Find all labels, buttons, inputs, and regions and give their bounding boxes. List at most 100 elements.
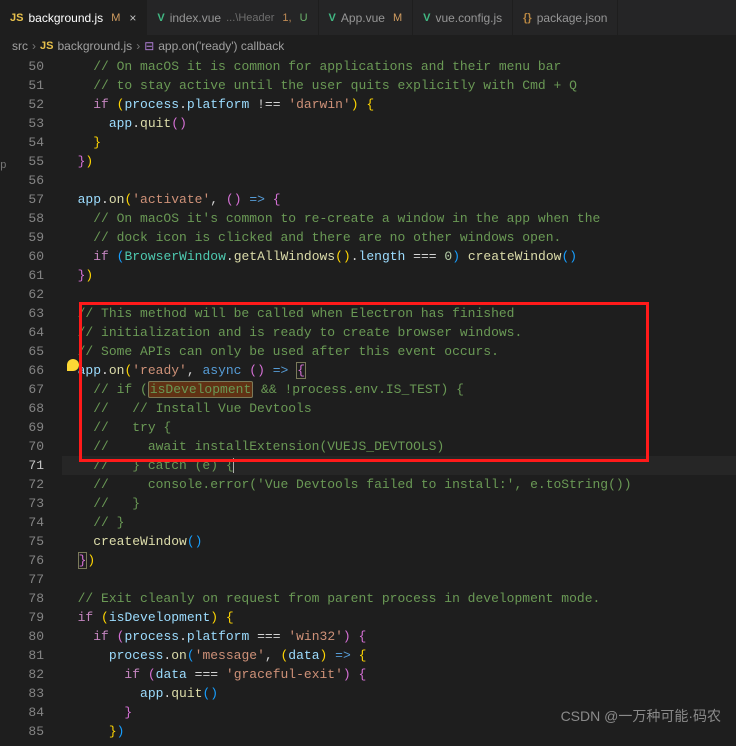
- code-line[interactable]: app.quit(): [62, 114, 736, 133]
- code-line[interactable]: // if (isDevelopment && !process.env.IS_…: [62, 380, 736, 399]
- code-line[interactable]: app.quit(): [62, 684, 736, 703]
- lightbulb-icon[interactable]: [67, 359, 79, 371]
- line-number: 69: [0, 418, 44, 437]
- line-number: 65: [0, 342, 44, 361]
- code-line[interactable]: process.on('message', (data) => {: [62, 646, 736, 665]
- tab-label: App.vue: [341, 11, 385, 25]
- js-file-icon: JS: [10, 12, 23, 24]
- code-editor[interactable]: 5051525354555657585960616263646566676869…: [0, 57, 736, 741]
- code-line[interactable]: // }: [62, 513, 736, 532]
- line-number-gutter: 5051525354555657585960616263646566676869…: [0, 57, 62, 741]
- modified-badge: M: [111, 12, 120, 24]
- line-number: 82: [0, 665, 44, 684]
- code-line[interactable]: if (BrowserWindow.getAllWindows().length…: [62, 247, 736, 266]
- tab-app-vue[interactable]: V App.vue M: [319, 0, 414, 35]
- line-number: 71: [0, 456, 44, 475]
- line-number: 53: [0, 114, 44, 133]
- line-number: 66: [0, 361, 44, 380]
- line-number: 61: [0, 266, 44, 285]
- line-number: 52: [0, 95, 44, 114]
- line-number: 68: [0, 399, 44, 418]
- code-line[interactable]: [62, 171, 736, 190]
- tab-path-dim: ...\Header: [226, 12, 274, 24]
- vue-file-icon: V: [423, 12, 430, 24]
- line-number: 55: [0, 152, 44, 171]
- code-line[interactable]: [62, 570, 736, 589]
- line-number: 50: [0, 57, 44, 76]
- json-file-icon: {}: [523, 12, 532, 24]
- tab-package-json[interactable]: {} package.json: [513, 0, 618, 35]
- line-number: 51: [0, 76, 44, 95]
- line-number: 60: [0, 247, 44, 266]
- line-number: 85: [0, 722, 44, 741]
- code-line[interactable]: // } catch (e) {: [62, 456, 736, 475]
- code-line[interactable]: // await installExtension(VUEJS_DEVTOOLS…: [62, 437, 736, 456]
- code-line[interactable]: // Exit cleanly on request from parent p…: [62, 589, 736, 608]
- line-number: 74: [0, 513, 44, 532]
- line-number: 56: [0, 171, 44, 190]
- code-line[interactable]: // On macOS it is common for application…: [62, 57, 736, 76]
- modified-badge: M: [393, 12, 402, 24]
- code-line[interactable]: // console.error('Vue Devtools failed to…: [62, 475, 736, 494]
- line-number: 79: [0, 608, 44, 627]
- code-line[interactable]: app.on('activate', () => {: [62, 190, 736, 209]
- line-number: 70: [0, 437, 44, 456]
- breadcrumb-seg[interactable]: src: [12, 39, 28, 53]
- line-number: 62: [0, 285, 44, 304]
- code-line[interactable]: }): [62, 551, 736, 570]
- code-line[interactable]: // dock icon is clicked and there are no…: [62, 228, 736, 247]
- chevron-right-icon: ›: [32, 39, 36, 53]
- breadcrumb-seg[interactable]: background.js: [57, 39, 132, 53]
- code-line[interactable]: // On macOS it's common to re-create a w…: [62, 209, 736, 228]
- code-line[interactable]: // initialization and is ready to create…: [62, 323, 736, 342]
- code-line[interactable]: // }: [62, 494, 736, 513]
- code-line[interactable]: app.on('ready', async () => {: [62, 361, 736, 380]
- tab-background-js[interactable]: JS background.js M ×: [0, 0, 147, 35]
- line-number: 78: [0, 589, 44, 608]
- tab-label: index.vue: [170, 11, 221, 25]
- line-number: 75: [0, 532, 44, 551]
- js-file-icon: JS: [40, 40, 53, 52]
- tab-num: 1,: [282, 12, 291, 24]
- code-line[interactable]: if (isDevelopment) {: [62, 608, 736, 627]
- code-line[interactable]: [62, 285, 736, 304]
- line-number: 57: [0, 190, 44, 209]
- code-line[interactable]: }: [62, 133, 736, 152]
- code-line[interactable]: }): [62, 152, 736, 171]
- code-line[interactable]: if (process.platform === 'win32') {: [62, 627, 736, 646]
- code-line[interactable]: if (data === 'graceful-exit') {: [62, 665, 736, 684]
- line-number: 84: [0, 703, 44, 722]
- tab-index-vue[interactable]: V index.vue ...\Header 1, U: [147, 0, 318, 35]
- line-number: 81: [0, 646, 44, 665]
- code-line[interactable]: createWindow(): [62, 532, 736, 551]
- tab-label: vue.config.js: [435, 11, 502, 25]
- line-number: 72: [0, 475, 44, 494]
- close-icon[interactable]: ×: [129, 11, 136, 25]
- vue-file-icon: V: [329, 12, 336, 24]
- code-line[interactable]: // to stay active until the user quits e…: [62, 76, 736, 95]
- line-number: 67: [0, 380, 44, 399]
- line-number: 64: [0, 323, 44, 342]
- watermark-text: CSDN @一万种可能·码农: [561, 706, 721, 726]
- tab-vue-config[interactable]: V vue.config.js: [413, 0, 513, 35]
- tab-label: background.js: [28, 11, 103, 25]
- line-number: 83: [0, 684, 44, 703]
- breadcrumb-seg[interactable]: app.on('ready') callback: [158, 39, 284, 53]
- breadcrumb[interactable]: src › JS background.js › ⊟ app.on('ready…: [0, 35, 736, 57]
- code-content[interactable]: // On macOS it is common for application…: [62, 57, 736, 741]
- code-line[interactable]: // This method will be called when Elect…: [62, 304, 736, 323]
- code-line[interactable]: }): [62, 266, 736, 285]
- code-line[interactable]: // try {: [62, 418, 736, 437]
- line-number: 73: [0, 494, 44, 513]
- code-line[interactable]: // Some APIs can only be used after this…: [62, 342, 736, 361]
- vue-file-icon: V: [157, 12, 164, 24]
- code-line[interactable]: // // Install Vue Devtools: [62, 399, 736, 418]
- code-line[interactable]: if (process.platform !== 'darwin') {: [62, 95, 736, 114]
- tab-label: package.json: [537, 11, 608, 25]
- chevron-right-icon: ›: [136, 39, 140, 53]
- line-number: 77: [0, 570, 44, 589]
- line-number: 59: [0, 228, 44, 247]
- tabs-bar: JS background.js M × V index.vue ...\Hea…: [0, 0, 736, 35]
- line-number: 76: [0, 551, 44, 570]
- line-number: 54: [0, 133, 44, 152]
